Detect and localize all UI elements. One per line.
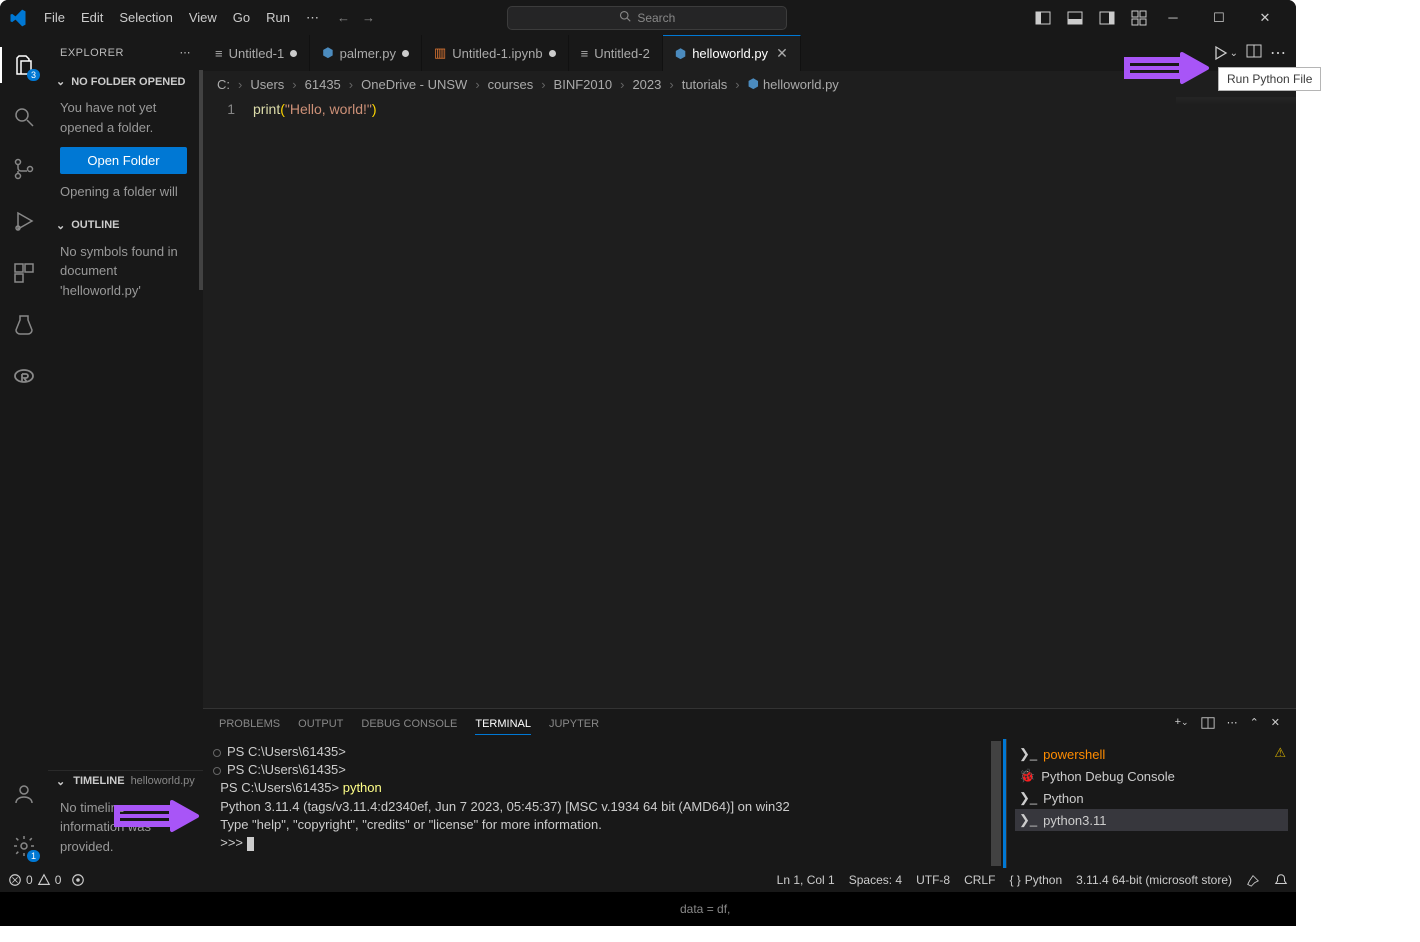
run-button[interactable]: ⌄ bbox=[1212, 45, 1238, 61]
menu-selection[interactable]: Selection bbox=[111, 6, 180, 29]
annotation-arrow-icon bbox=[112, 788, 202, 844]
menu-run[interactable]: Run bbox=[258, 6, 298, 29]
layout-sidebar-left-icon[interactable] bbox=[1032, 7, 1054, 29]
nav-back-icon[interactable]: ← bbox=[337, 10, 350, 25]
modified-dot-icon bbox=[290, 50, 297, 57]
close-panel-icon[interactable]: ✕ bbox=[1271, 716, 1280, 733]
python-file-icon: ⬢ bbox=[675, 46, 686, 62]
tab-untitled-2[interactable]: ≡ Untitled-2 bbox=[569, 35, 663, 71]
chevron-down-icon[interactable]: ⌄ bbox=[1230, 48, 1238, 59]
open-folder-hint: Opening a folder will bbox=[60, 182, 187, 202]
activity-run-debug[interactable] bbox=[0, 199, 48, 243]
settings-badge: 1 bbox=[27, 850, 40, 862]
modified-dot-icon bbox=[549, 50, 556, 57]
timeline-file-label: helloworld.py bbox=[131, 775, 195, 787]
terminal-item-python311[interactable]: ❯_ python3.11 bbox=[1015, 809, 1288, 831]
sidebar-more-icon[interactable]: ⋯ bbox=[180, 46, 192, 59]
tab-helloworld-py[interactable]: ⬢ helloworld.py ✕ bbox=[663, 35, 801, 71]
terminal-icon: ❯_ bbox=[1019, 746, 1037, 762]
minimize-button[interactable]: ─ bbox=[1150, 0, 1196, 35]
no-folder-message: You have not yet opened a folder. bbox=[60, 98, 187, 137]
close-window-button[interactable]: ✕ bbox=[1242, 0, 1288, 35]
layout-panel-icon[interactable] bbox=[1064, 7, 1086, 29]
activity-source-control[interactable] bbox=[0, 147, 48, 191]
menu-go[interactable]: Go bbox=[225, 6, 258, 29]
status-line-col[interactable]: Ln 1, Col 1 bbox=[777, 873, 835, 887]
activity-search[interactable] bbox=[0, 95, 48, 139]
terminal-cursor bbox=[247, 837, 254, 851]
activity-testing[interactable] bbox=[0, 303, 48, 347]
tab-untitled-ipynb[interactable]: ▥ Untitled-1.ipynb bbox=[422, 35, 569, 71]
search-placeholder: Search bbox=[637, 11, 675, 25]
panel-tab-debug-console[interactable]: DEBUG CONSOLE bbox=[361, 714, 457, 734]
activity-accounts[interactable] bbox=[0, 772, 48, 816]
activity-extensions[interactable] bbox=[0, 251, 48, 295]
maximize-button[interactable]: ☐ bbox=[1196, 0, 1242, 35]
panel-tab-problems[interactable]: PROBLEMS bbox=[219, 714, 280, 734]
customize-layout-icon[interactable] bbox=[1128, 7, 1150, 29]
tab-palmer-py[interactable]: ⬢ palmer.py bbox=[310, 35, 422, 71]
background-window-strip: data = df, bbox=[0, 892, 1296, 926]
text-file-icon: ≡ bbox=[215, 46, 223, 61]
sidebar-title: EXPLORER bbox=[60, 47, 124, 59]
status-language[interactable]: { } Python bbox=[1009, 873, 1062, 887]
terminal-item-python[interactable]: ❯_ Python bbox=[1015, 787, 1288, 809]
status-eol[interactable]: CRLF bbox=[964, 873, 995, 887]
vscode-logo-icon bbox=[8, 8, 28, 28]
status-live-share[interactable] bbox=[71, 873, 85, 887]
modified-dot-icon bbox=[402, 50, 409, 57]
run-tooltip: Run Python File bbox=[1218, 67, 1321, 91]
warning-icon[interactable]: ⚠ bbox=[1274, 745, 1286, 761]
minimap[interactable] bbox=[1176, 97, 1296, 708]
panel-more-icon[interactable]: ⋯ bbox=[1227, 716, 1238, 733]
menu-more-icon[interactable]: ⋯ bbox=[298, 6, 327, 30]
tab-untitled-1[interactable]: ≡ Untitled-1 bbox=[203, 35, 310, 71]
terminal-scrollbar[interactable] bbox=[989, 739, 1003, 868]
terminal-icon: ❯_ bbox=[1019, 790, 1037, 806]
open-folder-button[interactable]: Open Folder bbox=[60, 147, 187, 174]
python-file-icon: ⬢ bbox=[748, 76, 759, 92]
terminal-icon: ❯_ bbox=[1019, 812, 1037, 828]
outline-empty-message: No symbols found in document 'helloworld… bbox=[48, 236, 199, 313]
text-file-icon: ≡ bbox=[581, 46, 589, 61]
split-editor-icon[interactable] bbox=[1246, 43, 1262, 64]
line-number: 1 bbox=[203, 99, 235, 119]
status-notifications-icon[interactable] bbox=[1274, 873, 1288, 887]
section-outline[interactable]: ⌄OUTLINE bbox=[48, 215, 199, 236]
terminal-item-powershell[interactable]: ❯_ powershell bbox=[1015, 743, 1288, 765]
nav-forward-icon[interactable]: → bbox=[362, 10, 375, 25]
search-icon bbox=[619, 10, 631, 25]
status-feedback-icon[interactable] bbox=[1246, 873, 1260, 887]
menu-view[interactable]: View bbox=[181, 6, 225, 29]
code-editor[interactable]: 1 print("Hello, world!") bbox=[203, 97, 1296, 708]
maximize-panel-icon[interactable]: ⌃ bbox=[1250, 716, 1259, 733]
activity-r[interactable] bbox=[0, 355, 48, 399]
new-terminal-icon[interactable]: +⌄ bbox=[1175, 716, 1189, 733]
explorer-badge: 3 bbox=[27, 69, 40, 81]
status-spaces[interactable]: Spaces: 4 bbox=[849, 873, 902, 887]
panel-tab-jupyter[interactable]: JUPYTER bbox=[549, 714, 599, 734]
python-file-icon: ⬢ bbox=[322, 45, 333, 61]
status-interpreter[interactable]: 3.11.4 64-bit (microsoft store) bbox=[1076, 873, 1232, 887]
split-terminal-icon[interactable] bbox=[1201, 716, 1215, 733]
terminal-item-python-debug[interactable]: 🐞 Python Debug Console bbox=[1015, 765, 1288, 787]
status-errors[interactable]: 0 0 bbox=[8, 873, 61, 887]
status-encoding[interactable]: UTF-8 bbox=[916, 873, 950, 887]
layout-sidebar-right-icon[interactable] bbox=[1096, 7, 1118, 29]
terminal-output[interactable]: PS C:\Users\61435> PS C:\Users\61435> PS… bbox=[203, 739, 989, 868]
panel-tab-terminal[interactable]: TERMINAL bbox=[475, 714, 531, 735]
debug-icon: 🐞 bbox=[1019, 768, 1035, 784]
search-input[interactable]: Search bbox=[507, 6, 787, 30]
menu-edit[interactable]: Edit bbox=[73, 6, 111, 29]
section-no-folder[interactable]: ⌄NO FOLDER OPENED bbox=[48, 71, 199, 92]
notebook-file-icon: ▥ bbox=[434, 45, 446, 61]
editor-more-icon[interactable]: ⋯ bbox=[1270, 43, 1286, 63]
activity-settings[interactable]: 1 bbox=[0, 824, 48, 868]
close-tab-icon[interactable]: ✕ bbox=[776, 45, 788, 62]
menu-file[interactable]: File bbox=[36, 6, 73, 29]
activity-explorer[interactable]: 3 bbox=[0, 43, 48, 87]
annotation-arrow-icon bbox=[1122, 40, 1212, 96]
panel-tab-output[interactable]: OUTPUT bbox=[298, 714, 343, 734]
